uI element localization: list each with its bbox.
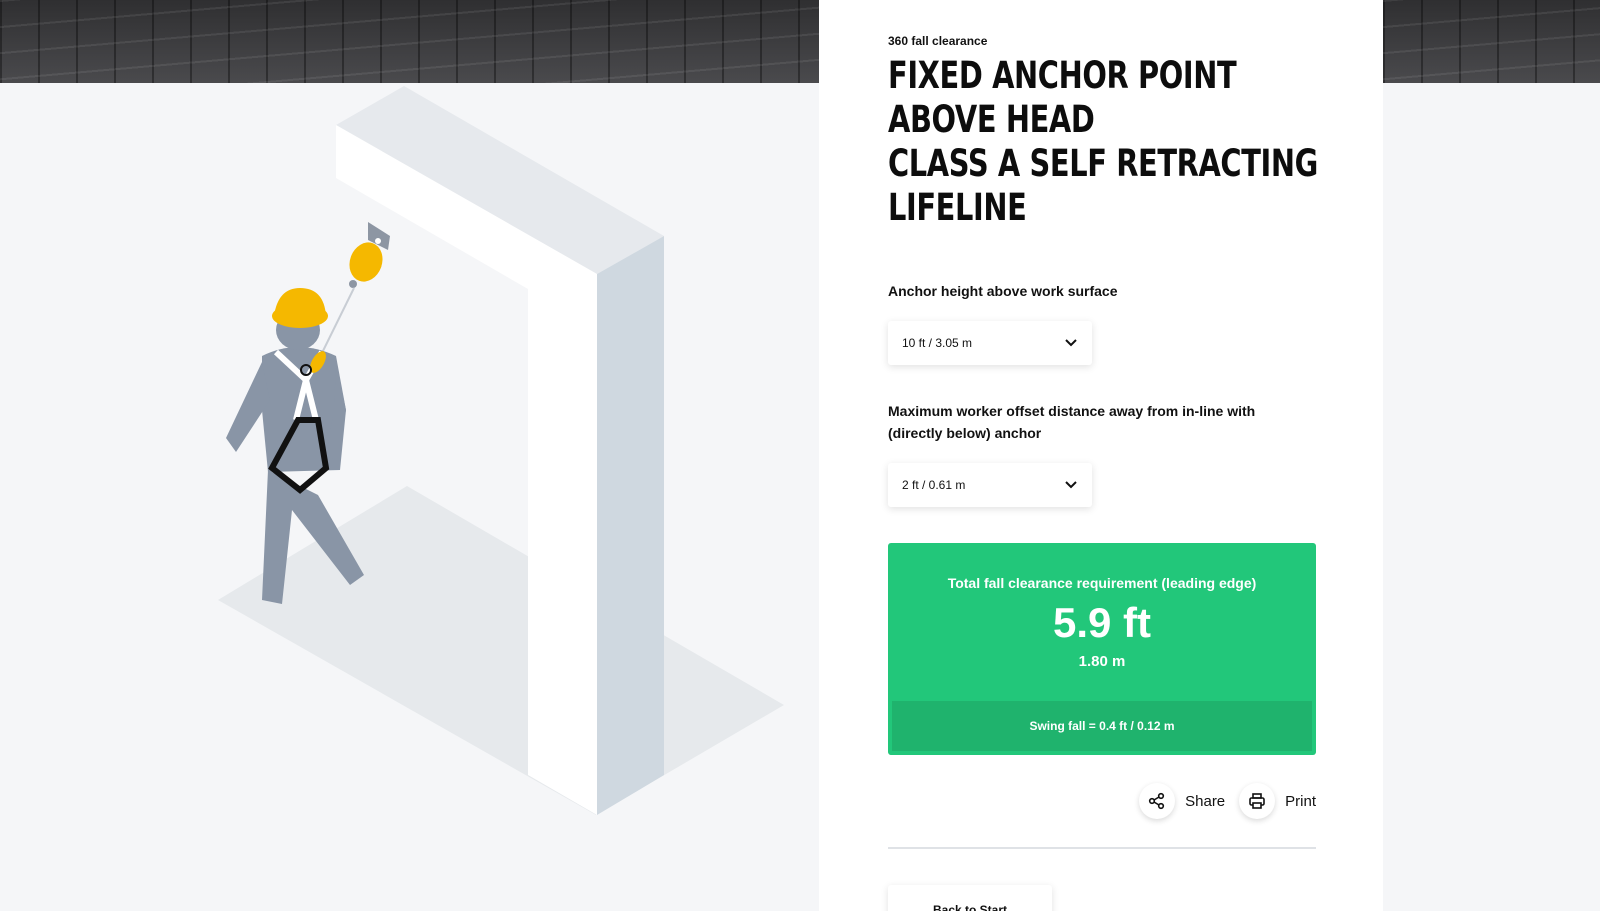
title-line-1: FIXED ANCHOR POINT	[888, 54, 1237, 97]
share-icon	[1139, 783, 1176, 819]
offset-distance-select[interactable]: 2 ft / 0.61 m	[888, 463, 1092, 507]
result-value-m: 1.80 m	[1078, 653, 1126, 670]
printer-icon	[1239, 783, 1276, 819]
post-front	[528, 274, 597, 815]
page-eyebrow: 360 fall clearance	[888, 34, 988, 48]
back-to-start-button[interactable]: Back to Start	[888, 885, 1052, 911]
result-card: Total fall clearance requirement (leadin…	[888, 543, 1316, 755]
result-value-ft: 5.9 ft	[1052, 599, 1152, 646]
post-side	[597, 236, 664, 815]
anchor-height-select[interactable]: 10 ft / 3.05 m	[888, 321, 1092, 365]
lifeline	[319, 287, 355, 358]
chevron-down-icon	[1065, 339, 1077, 347]
print-button[interactable]: Print	[1239, 783, 1316, 819]
calculator-panel: 360 fall clearance FIXED ANCHOR POINT AB…	[819, 0, 1383, 911]
offset-distance-label: Maximum worker offset distance away from…	[888, 403, 1256, 441]
offset-distance-value: 2 ft / 0.61 m	[902, 478, 966, 492]
swing-fall-bar: Swing fall = 0.4 ft / 0.12 m	[892, 701, 1312, 751]
divider	[888, 847, 1316, 849]
result-label: Total fall clearance requirement (leadin…	[947, 575, 1257, 591]
illustration-svg	[218, 86, 784, 815]
title-line-2: ABOVE HEAD	[888, 98, 1095, 141]
share-label: Share	[1185, 792, 1226, 810]
roof-header-image-right	[1383, 0, 1600, 83]
floor-shadow	[218, 486, 784, 815]
title-line-4: LIFELINE	[888, 186, 1027, 229]
chevron-down-icon	[1065, 481, 1077, 489]
share-button[interactable]: Share	[1139, 783, 1225, 819]
title-line-3: CLASS A SELF RETRACTING	[888, 142, 1318, 185]
action-bar: Share Print	[888, 783, 1316, 819]
fall-clearance-illustration	[0, 83, 819, 911]
page-title: FIXED ANCHOR POINT ABOVE HEAD CLASS A SE…	[888, 54, 1318, 230]
anchor-height-value: 10 ft / 3.05 m	[902, 336, 973, 350]
anchor-height-label: Anchor height above work surface	[888, 283, 1118, 299]
print-label: Print	[1285, 792, 1316, 810]
